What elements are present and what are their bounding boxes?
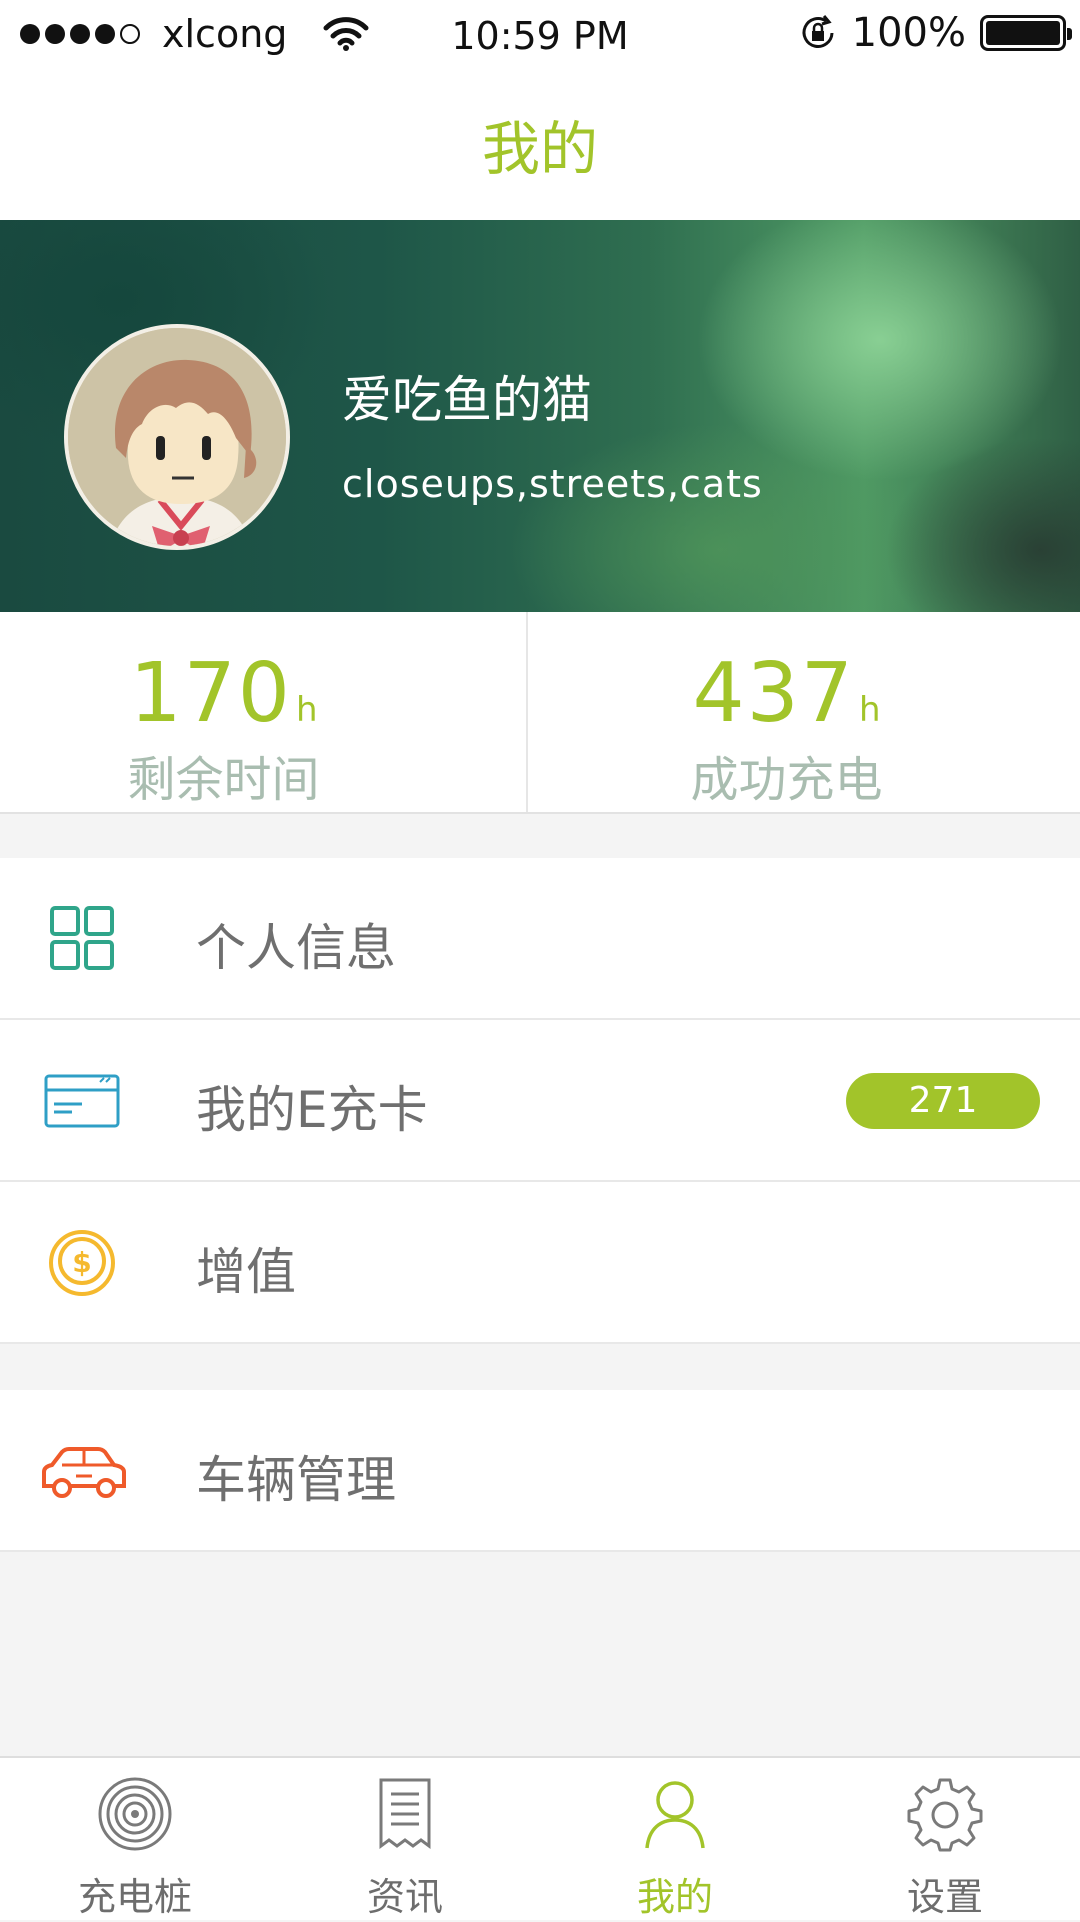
stat-value: 437 h: [511, 646, 1062, 741]
stat-label: 成功充电: [690, 752, 883, 808]
tab-charging-station[interactable]: 充电桩: [0, 1758, 270, 1922]
tab-label: 我的: [636, 1875, 713, 1919]
status-right: 100%: [798, 10, 1072, 56]
menu-item-vehicles[interactable]: 车辆管理: [0, 1390, 1080, 1552]
svg-text:$: $: [72, 1246, 91, 1279]
stat-successful-charges: 437 h 成功充电: [529, 612, 1080, 812]
stat-unit: h: [858, 690, 881, 730]
rotation-lock-icon: [802, 15, 834, 48]
menu-item-label: 个人信息: [196, 919, 396, 977]
status-bar: xlcong 10:59 PM 100%: [0, 0, 1080, 72]
menu-group-account: 个人信息 我的E充卡 271 $ 增值: [0, 858, 1080, 1344]
menu-item-label: 增值: [196, 1243, 296, 1301]
navigation-bar: 我的: [0, 72, 1080, 220]
profile-banner[interactable]: 爱吃鱼的猫 closeups,streets,cats: [0, 220, 1080, 612]
stat-number: 170: [129, 646, 292, 741]
user-name: 爱吃鱼的猫: [342, 371, 592, 429]
avatar[interactable]: [64, 324, 290, 550]
count-badge: 271: [846, 1073, 1040, 1129]
coin-icon: $: [49, 1230, 115, 1296]
battery-icon: [980, 15, 1072, 51]
tab-settings[interactable]: 设置: [810, 1758, 1080, 1922]
tab-label: 充电桩: [77, 1875, 192, 1919]
stat-remaining-time: 170 h 剩余时间: [0, 612, 527, 812]
menu-item-label: 车辆管理: [196, 1451, 396, 1509]
tab-bar: 充电桩 资讯 我的 设置: [0, 1756, 1080, 1920]
stat-number: 437: [692, 646, 855, 741]
page-title: 我的: [481, 115, 598, 183]
stat-label: 剩余时间: [127, 752, 320, 808]
card-icon: [44, 1074, 120, 1128]
menu-item-top-up[interactable]: $ 增值: [0, 1182, 1080, 1344]
person-icon: [645, 1781, 705, 1849]
menu-item-label: 我的E充卡: [196, 1081, 428, 1139]
battery-percent: 100%: [851, 10, 966, 56]
stats-panel: 170 h 剩余时间 437 h 成功充电: [0, 612, 1080, 814]
menu-item-personal-info[interactable]: 个人信息: [0, 858, 1080, 1020]
menu-group-vehicles: 车辆管理: [0, 1390, 1080, 1552]
charging-station-icon: [98, 1777, 172, 1851]
car-icon: [42, 1447, 126, 1498]
menu-item-e-card[interactable]: 我的E充卡 271: [0, 1020, 1080, 1182]
grid-icon: [50, 906, 114, 970]
stat-value: 170 h: [0, 646, 487, 741]
tab-label: 设置: [906, 1875, 983, 1919]
gear-icon: [907, 1778, 983, 1852]
user-tags: closeups,streets,cats: [342, 462, 763, 506]
news-icon: [379, 1778, 431, 1849]
avatar-illustration: [68, 328, 286, 546]
stat-unit: h: [295, 690, 318, 730]
tab-news[interactable]: 资讯: [270, 1758, 540, 1922]
tab-label: 资讯: [366, 1875, 443, 1919]
tab-mine[interactable]: 我的: [540, 1758, 810, 1922]
